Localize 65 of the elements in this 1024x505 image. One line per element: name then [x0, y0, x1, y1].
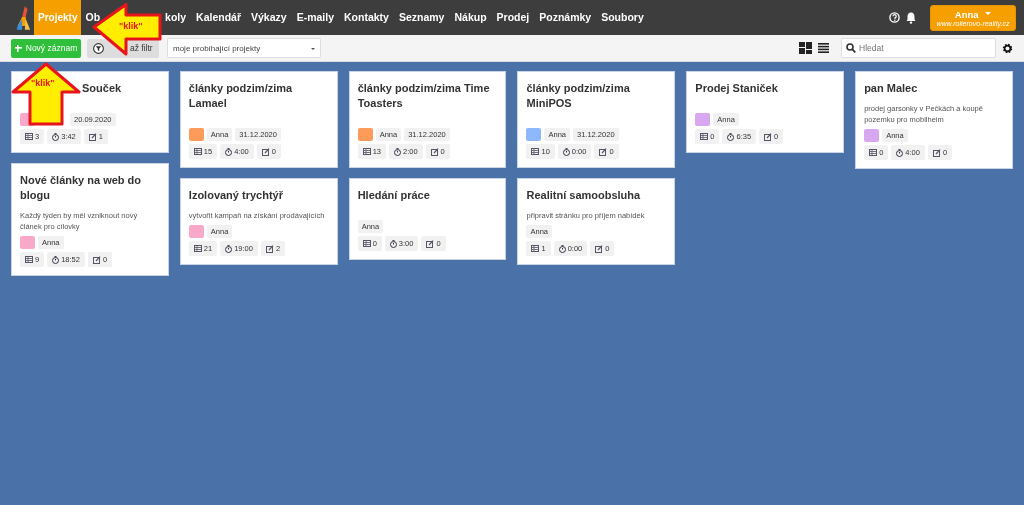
card-title: Realitní samoobsluha: [526, 188, 642, 203]
stopwatch-icon: [394, 147, 401, 156]
giraffe-logo-icon[interactable]: [14, 5, 32, 30]
card-title: pan Malec: [864, 81, 919, 96]
user-name: Anna: [954, 8, 992, 20]
table-icon: [531, 148, 540, 155]
nav-tab[interactable]: Poznámky: [534, 11, 597, 24]
table-icon: [869, 149, 878, 156]
table-icon: [531, 245, 540, 252]
edit-note-icon: [595, 244, 604, 253]
table-icon: [362, 148, 371, 155]
nav-tab[interactable]: Ob: [85, 11, 101, 24]
search-field[interactable]: Hledat: [841, 38, 996, 58]
nav-tab[interactable]: Prodej: [491, 11, 535, 24]
stopwatch-icon: [558, 244, 566, 253]
table-icon: [362, 240, 371, 247]
filter-icon: [93, 42, 104, 54]
edit-note-icon: [265, 244, 274, 253]
edit-note-icon: [261, 147, 270, 156]
bell-icon[interactable]: [906, 11, 916, 24]
nav-tab[interactable]: koly: [165, 11, 192, 24]
nav-tab[interactable]: Seznamy: [393, 11, 450, 24]
nav-tab[interactable]: E-maily: [291, 11, 339, 24]
stopwatch-icon: [225, 147, 233, 156]
card-title: Izolovaný trychtýř: [188, 188, 284, 203]
table-icon: [25, 256, 33, 263]
help-icon[interactable]: [889, 12, 900, 23]
stopwatch-icon: [896, 148, 904, 157]
nav-tab[interactable]: Výkazy: [246, 11, 292, 24]
card-title: Hledání práce: [357, 188, 431, 203]
stopwatch-icon: [52, 255, 60, 264]
stopwatch-icon: [727, 132, 735, 141]
search-icon: [846, 43, 856, 53]
plus-icon: [14, 44, 22, 52]
card-title: Souček: [82, 81, 123, 96]
nav-tab[interactable]: Nákup: [449, 11, 492, 24]
nav-tab[interactable]: Kontakty: [339, 11, 394, 24]
table-icon: [193, 245, 202, 252]
edit-note-icon: [764, 132, 773, 141]
stopwatch-icon: [225, 244, 233, 253]
card-title: články podzim/zima Time Toasters: [357, 81, 491, 111]
edit-note-icon: [932, 148, 941, 157]
edit-note-icon: [430, 147, 439, 156]
stopwatch-icon: [562, 147, 570, 156]
card-title: Nové články na web do blogu: [20, 173, 143, 203]
stopwatch-icon: [389, 239, 397, 248]
table-icon: [25, 133, 33, 140]
stopwatch-icon: [52, 132, 60, 141]
list-view-icon[interactable]: [818, 43, 829, 53]
nav-tab[interactable]: Kalendář: [191, 11, 246, 24]
table-icon: [700, 133, 709, 140]
edit-note-icon: [88, 132, 97, 141]
filter-select[interactable]: moje probíhající projekty: [167, 38, 321, 58]
annotation-label: "klik": [31, 78, 55, 88]
nav-tab[interactable]: Soubory: [596, 11, 649, 24]
edit-note-icon: [426, 239, 435, 248]
edit-note-icon: [92, 255, 101, 264]
card-title: články podzim/zima Lamael: [188, 81, 294, 111]
table-icon: [193, 148, 202, 155]
card-title: články podzim/zima MiniPOS: [526, 81, 631, 111]
card-title: Prodej Staniček: [695, 81, 779, 96]
annotation-label: "klik": [119, 21, 143, 31]
settings-icon[interactable]: [1002, 42, 1013, 54]
grid-view-icon[interactable]: [799, 42, 812, 54]
edit-note-icon: [599, 147, 608, 156]
